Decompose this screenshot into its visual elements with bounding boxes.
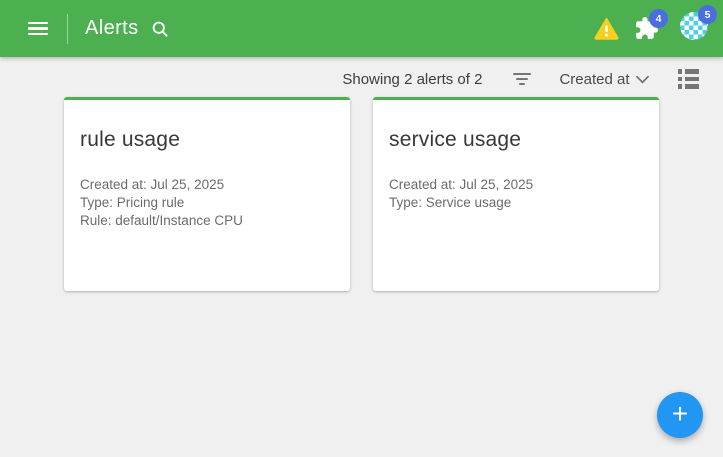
plus-icon: + <box>672 400 688 428</box>
filter-icon[interactable] <box>511 70 533 88</box>
page-title: Alerts <box>85 17 139 40</box>
showing-count-text: Showing 2 alerts of 2 <box>342 71 482 88</box>
sort-dropdown[interactable]: Created at <box>559 71 648 88</box>
sort-dropdown-label: Created at <box>559 71 629 88</box>
appbar-divider <box>67 14 68 44</box>
chevron-down-icon <box>636 75 649 84</box>
avatar-count-badge: 5 <box>698 5 717 24</box>
alert-rule: Rule: default/Instance CPU <box>80 212 334 230</box>
alert-card-rule-usage[interactable]: rule usage Created at: Jul 25, 2025 Type… <box>64 97 350 291</box>
alert-created-at: Created at: Jul 25, 2025 <box>80 176 334 194</box>
alert-card-service-usage[interactable]: service usage Created at: Jul 25, 2025 T… <box>373 97 659 291</box>
warning-icon[interactable] <box>594 17 619 40</box>
extensions-button-wrap: 4 <box>634 16 659 41</box>
avatar-wrap: 5 <box>680 12 708 45</box>
alert-meta: Created at: Jul 25, 2025 Type: Service u… <box>389 176 643 212</box>
app-bar: Alerts 4 5 <box>0 0 723 57</box>
alert-created-at: Created at: Jul 25, 2025 <box>389 176 643 194</box>
alert-title: rule usage <box>80 128 334 152</box>
extensions-count-badge: 4 <box>649 9 668 28</box>
hamburger-menu-icon[interactable] <box>28 22 48 36</box>
alerts-grid: rule usage Created at: Jul 25, 2025 Type… <box>64 97 659 291</box>
alert-type: Type: Service usage <box>389 194 643 212</box>
alert-title: service usage <box>389 128 643 152</box>
alert-type: Type: Pricing rule <box>80 194 334 212</box>
alerts-toolbar: Showing 2 alerts of 2 Created at <box>342 63 699 95</box>
search-icon[interactable] <box>150 19 170 39</box>
add-alert-fab[interactable]: + <box>657 392 703 438</box>
list-view-icon[interactable] <box>678 69 700 89</box>
appbar-right-group: 4 5 <box>594 12 723 45</box>
alert-meta: Created at: Jul 25, 2025 Type: Pricing r… <box>80 176 334 230</box>
